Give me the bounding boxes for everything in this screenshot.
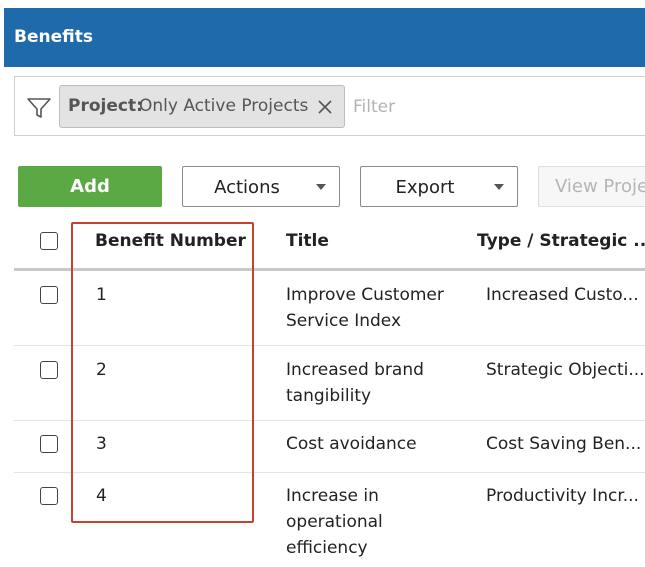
column-header-title[interactable]: Title [286, 231, 329, 251]
view-project-button[interactable]: View Proje [538, 166, 645, 207]
type-cell: Strategic Objecti... [486, 360, 645, 380]
export-button-label: Export [395, 177, 455, 198]
close-icon[interactable] [316, 98, 334, 116]
row-checkbox[interactable] [40, 361, 58, 379]
caret-down-icon [494, 184, 504, 190]
row-checkbox[interactable] [40, 435, 58, 453]
row-divider [14, 472, 645, 473]
title-cell: Cost avoidance [286, 434, 417, 454]
row-checkbox[interactable] [40, 487, 58, 505]
row-checkbox[interactable] [40, 286, 58, 304]
table-header-divider [14, 268, 645, 271]
select-all-checkbox[interactable] [40, 232, 58, 250]
benefit-number-cell: 3 [96, 434, 107, 454]
type-cell: Increased Custo... [486, 285, 639, 305]
benefit-number-cell: 2 [96, 360, 107, 380]
filter-chip-key: Project: [68, 96, 143, 116]
add-button-label: Add [70, 176, 110, 197]
filter-chip-project[interactable]: Project: Only Active Projects [59, 85, 345, 128]
type-cell: Cost Saving Ben... [486, 434, 642, 454]
actions-dropdown-button[interactable]: Actions [182, 166, 340, 207]
column-header-benefit-number[interactable]: Benefit Number [95, 231, 246, 251]
row-divider [14, 420, 645, 421]
title-cell: Increased brand tangibility [286, 360, 424, 406]
export-dropdown-button[interactable]: Export [360, 166, 518, 207]
filter-chip-value: Only Active Projects [139, 96, 309, 116]
page-header: Benefits [4, 8, 645, 67]
column-header-type-strategic[interactable]: Type / Strategic ... [477, 231, 645, 251]
title-cell: Improve Customer Service Index [286, 285, 444, 331]
benefit-number-cell: 1 [96, 285, 107, 305]
add-button[interactable]: Add [18, 166, 162, 207]
benefit-number-cell: 4 [96, 486, 107, 506]
view-project-button-label: View Proje [555, 176, 645, 197]
page-title: Benefits [14, 27, 93, 47]
title-cell: Increase in operational efficiency [286, 486, 383, 558]
caret-down-icon [316, 184, 326, 190]
actions-button-label: Actions [214, 177, 280, 198]
row-divider [14, 345, 645, 346]
type-cell: Productivity Incr... [486, 486, 639, 506]
filter-input[interactable] [353, 95, 553, 119]
filter-bar: Project: Only Active Projects [14, 76, 645, 136]
filter-icon[interactable] [26, 96, 52, 120]
